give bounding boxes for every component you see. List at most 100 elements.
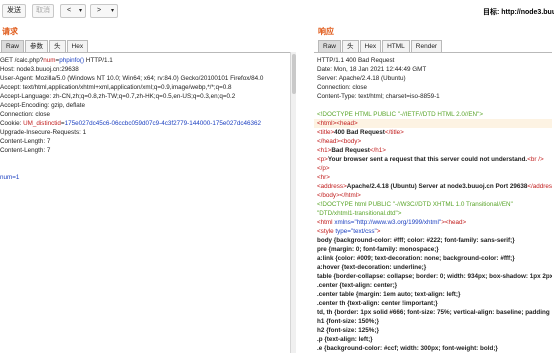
request-tab-raw[interactable]: Raw [1,40,25,52]
response-line: Date: Mon, 18 Jan 2021 12:44:49 GMT [317,65,426,74]
request-line: Content-Length: 7 [0,137,50,146]
back-history-dropdown-icon[interactable]: ▾ [79,5,82,17]
response-token: Apache/2.4.18 (Ubuntu) Server at node3.b… [346,183,528,190]
request-line-text: Accept: text/html,application/xhtml+xml,… [0,84,232,91]
response-token: h2 {font-size: 125%;} [317,327,379,334]
response-line: .center table {margin: 1em auto; text-al… [317,290,460,299]
request-line: Upgrade-Insecure-Requests: 1 [0,128,86,137]
response-token: <address> [317,183,347,190]
request-line-text: Connection: close [0,111,51,118]
back-arrow-icon: < [67,7,72,14]
response-line: Server: Apache/2.4.18 (Ubuntu) [317,74,406,83]
response-title: 响应 [318,27,334,36]
forward-button[interactable]: > ▾ [90,4,118,18]
request-param-value: phpinfo() [59,57,85,64]
response-token: Content-Type: text/html; charset=iso-885… [317,93,440,100]
response-line: <html><head> [317,119,358,128]
response-line: <!DOCTYPE html PUBLIC "-//W3C//DTD XHTML… [317,200,513,209]
response-line: table {border-collapse: collapse; border… [317,272,552,281]
response-token: "DTD/xhtml1-transitional.dtd"> [317,210,402,217]
response-token: <head> [336,120,358,127]
response-line: </head><body> [317,137,361,146]
request-line: User-Agent: Mozilla/5.0 (Windows NT 10.0… [0,74,263,83]
response-token: </p> [317,165,330,172]
response-line: <hr> [317,173,330,182]
response-token: </body> [317,192,340,199]
response-token: HTTP/1.1 400 Bad Request [317,57,395,64]
request-line: Host: node3.buuoj.cn:29638 [0,65,79,74]
toolbar: 发送 取消 < ▾ > ▾ 目标: http://node3.buuoj.c [0,0,554,22]
response-tab-html[interactable]: HTML [382,40,410,52]
response-token: .center table {margin: 1em auto; text-al… [317,291,461,298]
response-token: </title> [384,129,404,136]
request-tab-params[interactable]: 参数 [25,40,49,52]
request-line-suffix: HTTP/1.1 [84,57,113,64]
request-editor[interactable]: GET /calc.php?num=phpinfo() HTTP/1.1 Host… [0,52,290,353]
response-tab-hex[interactable]: Hex [359,40,382,52]
request-tab-hex[interactable]: Hex [66,40,89,52]
target-host[interactable]: 目标: http://node3.buuoj.c [483,7,554,17]
response-editor[interactable]: HTTP/1.1 400 Bad Request Date: Mon, 18 Ja… [314,52,552,353]
response-line: h2 {font-size: 125%;} [317,326,379,335]
pane-divider[interactable] [296,22,312,353]
cancel-button[interactable]: 取消 [32,4,54,18]
request-param-name: UM_distinctid [23,120,61,127]
response-token: Your browser sent a request that this se… [327,156,528,163]
response-line: <title>400 Bad Request</title> [317,128,404,137]
response-line: <style type="text/css"> [317,227,380,236]
response-line: "DTD/xhtml1-transitional.dtd"> [317,209,401,218]
response-token: body {background-color: #fff; color: #22… [317,237,515,244]
response-tab-headers[interactable]: 头 [342,40,359,52]
request-line-text: Accept-Encoding: gzip, deflate [0,102,86,109]
request-line-text: Cookie: [0,120,24,127]
request-line: Cookie: UM_distinctid=175e027dc45c6-06cc… [0,119,261,128]
response-token: table {border-collapse: collapse; border… [317,273,552,280]
response-token: a:link {color: #009; text-decoration: no… [317,255,515,262]
request-title: 请求 [2,27,18,36]
request-line: Accept-Language: zh-CN,zh;q=0.8,zh-TW;q=… [0,92,235,101]
response-token: ="http://www.w3.org/1999/xhtml" [350,219,442,226]
response-token: <!DOCTYPE html PUBLIC "-//W3C//DTD XHTML… [317,201,513,208]
response-token: type [335,228,348,235]
response-token: </address> [527,183,552,190]
response-token: a:hover {text-decoration: underline;} [317,264,427,271]
response-token: <br /> [527,156,544,163]
request-param-value: 175e027dc45c6-06ccbc059d07c9-4c3f2779-14… [64,120,262,127]
response-line: </p> [317,164,330,173]
response-token: <p> [317,156,328,163]
request-line: Accept-Encoding: gzip, deflate [0,101,85,110]
request-tab-headers[interactable]: 头 [49,40,66,52]
request-line: Content-Length: 7 [0,146,50,155]
response-line: <p>Your browser sent a request that this… [317,155,544,164]
send-button[interactable]: 发送 [2,4,26,18]
back-button[interactable]: < ▾ [60,4,86,18]
response-token: Connection: close [317,84,368,91]
response-line: .center th {text-align: center !importan… [317,299,438,308]
response-line: a:hover {text-decoration: underline;} [317,263,426,272]
request-line: Connection: close [0,110,50,119]
response-token: </head> [317,138,341,145]
request-line-text: Content-Length: 7 [0,147,51,154]
request-line-text: Host: node3.buuoj.cn:29638 [0,66,79,73]
response-token: <html [317,219,335,226]
response-tab-raw[interactable]: Raw [318,40,342,52]
forward-arrow-icon: > [97,7,102,14]
response-line: <!DOCTYPE HTML PUBLIC "-//IETF//DTD HTML… [317,110,483,119]
response-token: <body> [340,138,362,145]
response-token: <style [317,228,336,235]
forward-history-dropdown-icon[interactable]: ▾ [111,5,114,17]
response-token: Server: Apache/2.4.18 (Ubuntu) [317,75,406,82]
response-line: Content-Type: text/html; charset=iso-885… [317,92,440,101]
response-token: .center th {text-align: center !importan… [317,300,438,307]
response-token: .center {text-align: center;} [317,282,398,289]
response-token: td, th {border: 1px solid #666; font-siz… [317,309,550,316]
response-tab-render[interactable]: Render [410,40,443,52]
request-param-name: num [43,57,56,64]
request-param-value: num=1 [0,174,20,181]
response-line: a:link {color: #009; text-decoration: no… [317,254,515,263]
response-line: Connection: close [317,83,367,92]
request-line-text: Content-Length: 7 [0,138,51,145]
response-token: Date: Mon, 18 Jan 2021 12:44:49 GMT [317,66,427,73]
response-token: xmlns [334,219,351,226]
response-token: > [376,228,381,235]
